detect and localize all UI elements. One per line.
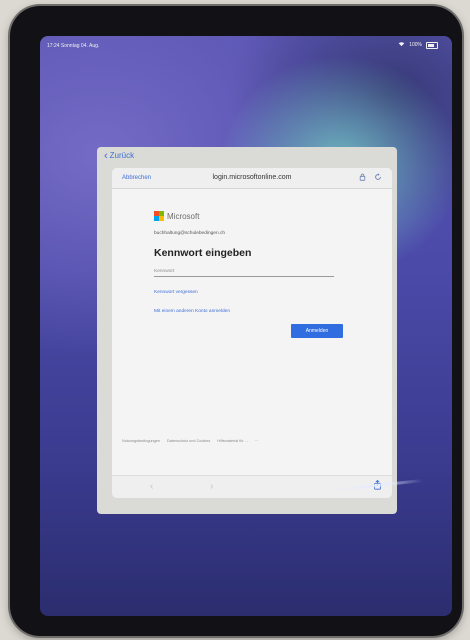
- microsoft-logo: Microsoft: [154, 211, 199, 221]
- chevron-left-icon: ‹: [104, 149, 108, 162]
- footer-more-button[interactable]: ···: [255, 439, 259, 443]
- status-time-date: 17:24 Sonntag 04. Aug.: [47, 43, 99, 49]
- account-email: buchhaltung@schulebedingen.ch: [154, 231, 226, 236]
- back-label: Zurück: [109, 151, 135, 160]
- footer-link-help[interactable]: Hilfsmaterial für ...: [217, 439, 248, 443]
- footer-link-privacy[interactable]: Datenschutz und Cookies: [167, 439, 210, 443]
- microsoft-logo-icon: [154, 211, 164, 221]
- ipad-device: 17:24 Sonntag 04. Aug. 100% ‹ Zurück Abb…: [10, 6, 462, 636]
- reload-icon[interactable]: [374, 173, 382, 183]
- browser-forward-button[interactable]: ›: [210, 481, 213, 492]
- footer-link-terms[interactable]: Nutzungsbedingungen: [122, 439, 160, 443]
- battery-icon: [426, 41, 438, 49]
- password-input[interactable]: [154, 266, 334, 277]
- status-time: 17:24: [47, 43, 60, 49]
- other-account-link[interactable]: Mit einem anderen Konto anmelden: [154, 309, 230, 314]
- auth-browser-window: Abbrechen login.microsoftonline.com Micr…: [112, 168, 392, 498]
- ipad-screen: 17:24 Sonntag 04. Aug. 100% ‹ Zurück Abb…: [40, 36, 452, 616]
- back-button[interactable]: ‹ Zurück: [104, 149, 135, 162]
- wifi-icon: [398, 41, 405, 49]
- browser-back-button[interactable]: ‹: [150, 481, 153, 492]
- status-indicators: 100%: [398, 41, 438, 49]
- lock-icon[interactable]: [359, 173, 366, 183]
- microsoft-wordmark: Microsoft: [167, 211, 200, 221]
- footer-links: Nutzungsbedingungen Datenschutz und Cook…: [122, 439, 259, 443]
- logo-square-yellow: [159, 216, 164, 221]
- browser-address-bar: Abbrechen login.microsoftonline.com: [112, 168, 392, 189]
- battery-percent: 100%: [409, 42, 422, 48]
- page-title: Kennwort eingeben: [154, 247, 252, 259]
- forgot-password-link[interactable]: Kennwort vergessen: [154, 290, 198, 295]
- sign-in-button[interactable]: Anmelden: [291, 324, 343, 338]
- status-date: Sonntag 04. Aug.: [60, 43, 100, 49]
- status-bar: 17:24 Sonntag 04. Aug. 100%: [40, 36, 452, 54]
- url-text: login.microsoftonline.com: [212, 174, 292, 181]
